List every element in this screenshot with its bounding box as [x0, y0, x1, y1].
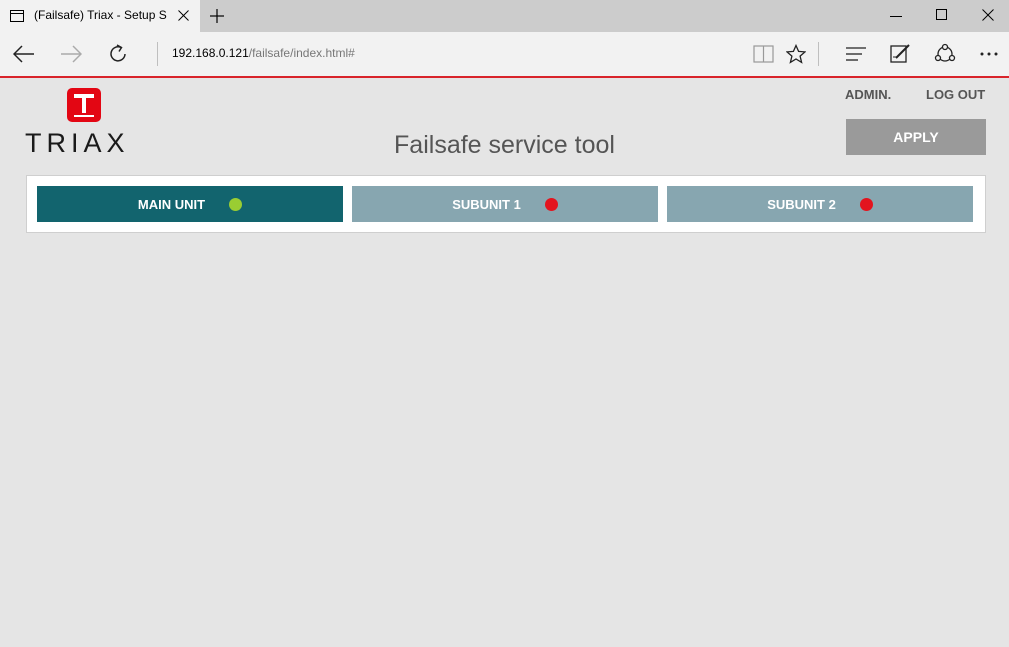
back-icon[interactable] [13, 45, 35, 63]
tab-main-unit[interactable]: MAIN UNIT [37, 186, 343, 222]
address-bar[interactable]: 192.168.0.121/failsafe/index.html# [172, 46, 355, 60]
close-tab-icon[interactable] [178, 10, 189, 21]
tab-subunit-1-label: SUBUNIT 1 [452, 196, 521, 212]
tab-subunit-2-label: SUBUNIT 2 [767, 196, 836, 212]
address-separator [157, 42, 158, 66]
forward-icon[interactable] [60, 45, 82, 63]
browser-tab-bar: (Failsafe) Triax - Setup S [0, 0, 1009, 32]
address-host: 192.168.0.121 [172, 46, 249, 60]
favorite-star-icon[interactable] [786, 44, 806, 64]
header-accent-line [0, 76, 1009, 78]
share-icon[interactable] [934, 43, 956, 64]
browser-tab[interactable]: (Failsafe) Triax - Setup S [0, 0, 200, 32]
minimize-icon[interactable] [890, 9, 902, 23]
tab-subunit-2[interactable]: SUBUNIT 2 [667, 186, 973, 222]
triax-logo-icon [67, 88, 101, 122]
status-indicator-icon [859, 197, 873, 211]
page-icon [10, 10, 24, 22]
status-indicator-icon [544, 197, 558, 211]
admin-link[interactable]: ADMIN. [845, 87, 891, 102]
triax-t-mark [74, 94, 94, 117]
page-title: Failsafe service tool [394, 131, 615, 159]
more-icon[interactable] [980, 52, 998, 56]
close-window-icon[interactable] [982, 9, 994, 21]
toolbar-separator [818, 42, 819, 66]
hub-icon[interactable] [846, 46, 866, 62]
tab-title: (Failsafe) Triax - Setup S [34, 8, 167, 22]
status-indicator-icon [229, 197, 243, 211]
tab-main-unit-label: MAIN UNIT [137, 196, 206, 212]
maximize-icon[interactable] [936, 9, 948, 21]
web-note-icon[interactable] [890, 43, 911, 64]
unit-tabs-panel: MAIN UNIT SUBUNIT 1 SUBUNIT 2 [26, 175, 986, 233]
reading-view-icon[interactable] [753, 45, 774, 63]
refresh-icon[interactable] [109, 44, 129, 64]
tab-subunit-1[interactable]: SUBUNIT 1 [352, 186, 658, 222]
address-path: /failsafe/index.html# [248, 46, 355, 60]
logout-link[interactable]: LOG OUT [926, 87, 985, 102]
new-tab-icon[interactable] [210, 9, 224, 23]
